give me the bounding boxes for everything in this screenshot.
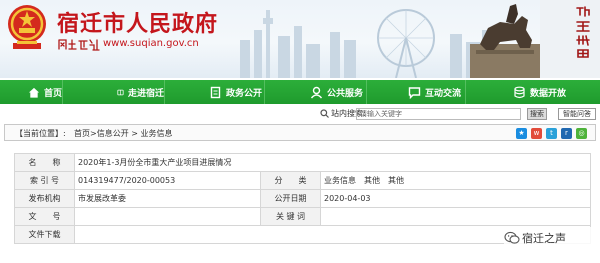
search-button[interactable]: 搜索 xyxy=(527,108,547,120)
share-qzone-icon[interactable]: ★ xyxy=(516,128,527,139)
nav-home-label: 首页 xyxy=(43,88,62,99)
nav-interaction[interactable]: 互动交流 xyxy=(367,80,465,104)
data-icon xyxy=(514,86,525,98)
header-banner: 宿迁市人民政府 www.suqian.gov.cn xyxy=(0,0,600,78)
document-icon xyxy=(210,86,221,98)
nav-interaction-label: 互动交流 xyxy=(425,88,462,99)
smart-qa-button[interactable]: 智能问答 xyxy=(558,108,596,120)
nav-open-data-label: 数据开放 xyxy=(530,88,567,99)
table-row: 名 称 2020年1-3月份全市重大产业项目进展情况 xyxy=(14,153,592,172)
nav-about-suqian[interactable]: 走进宿迁 xyxy=(63,80,164,104)
category-label: 分 类 xyxy=(260,171,321,190)
nav-about-suqian-label: 走进宿迁 xyxy=(127,88,164,99)
main-nav: 首页 走进宿迁 政务公开 公共服务 互动交流 数据开放 xyxy=(0,80,600,104)
nav-gov-info-public-label: 政务公开 xyxy=(226,88,263,99)
search-input[interactable]: 请输入关键字 xyxy=(356,108,521,120)
home-icon xyxy=(28,87,40,98)
wechat-account-watermark: 宿迁之声 xyxy=(504,227,596,249)
publish-date-label: 公开日期 xyxy=(260,189,321,208)
book-icon xyxy=(117,89,124,95)
category-value: 业务信息 其他 其他 xyxy=(319,171,592,190)
nav-gov-info-public[interactable]: 政务公开 xyxy=(165,80,264,104)
service-icon xyxy=(310,86,323,98)
share-weibo-icon[interactable]: w xyxy=(531,128,542,139)
share-wechat-icon[interactable]: ◎ xyxy=(576,128,587,139)
search-bar: 站内搜索: 请输入关键字 搜索 智能问答 xyxy=(0,106,600,122)
table-row: 发布机构 市发展改革委 公开日期 2020-04-03 xyxy=(14,189,592,208)
search-icon xyxy=(320,109,329,118)
table-row: 索 引 号 014319477/2020-00053 分 类 业务信息 其他 其… xyxy=(14,171,592,190)
breadcrumb: 【当前位置】: 首页>信息公开 > 业务信息 ★ w t r ◎ xyxy=(4,124,596,141)
wangshang-suqian-calligraphy xyxy=(58,39,100,51)
document-number-value xyxy=(74,207,261,226)
index-number-value: 014319477/2020-00053 xyxy=(74,171,261,190)
nav-home[interactable]: 首页 xyxy=(0,80,62,104)
publisher-value: 市发展改革委 xyxy=(74,189,261,208)
publish-date-value: 2020-04-03 xyxy=(319,189,592,208)
keywords-label: 关 键 词 xyxy=(260,207,321,226)
nav-open-data[interactable]: 数据开放 xyxy=(466,80,600,104)
share-renren-icon[interactable]: r xyxy=(561,128,572,139)
nav-public-service-label: 公共服务 xyxy=(327,88,364,99)
breadcrumb-path[interactable]: 首页>信息公开 > 业务信息 xyxy=(74,128,173,139)
index-number-label: 索 引 号 xyxy=(14,171,75,190)
nav-public-service[interactable]: 公共服务 xyxy=(265,80,366,104)
wechat-icon xyxy=(504,231,520,244)
site-url: www.suqian.gov.cn xyxy=(103,38,199,49)
chat-icon xyxy=(408,86,421,99)
keywords-value xyxy=(319,207,592,226)
name-value: 2020年1-3月份全市重大产业项目进展情况 xyxy=(73,153,592,172)
name-label: 名 称 xyxy=(14,153,75,172)
document-number-label: 文 号 xyxy=(14,207,75,226)
site-title[interactable]: 宿迁市人民政府 xyxy=(57,6,218,38)
city-skyline-image xyxy=(240,9,492,78)
xiangwang-guli-calligraphy xyxy=(576,6,590,58)
publisher-label: 发布机构 xyxy=(14,189,75,208)
breadcrumb-label: 【当前位置】: xyxy=(15,129,66,138)
watermark-text: 宿迁之声 xyxy=(522,232,566,245)
share-tencent-weibo-icon[interactable]: t xyxy=(546,128,557,139)
table-row: 文 号 关 键 词 xyxy=(14,207,592,226)
file-download-label: 文件下载 xyxy=(14,225,75,244)
national-emblem-icon xyxy=(8,5,46,49)
